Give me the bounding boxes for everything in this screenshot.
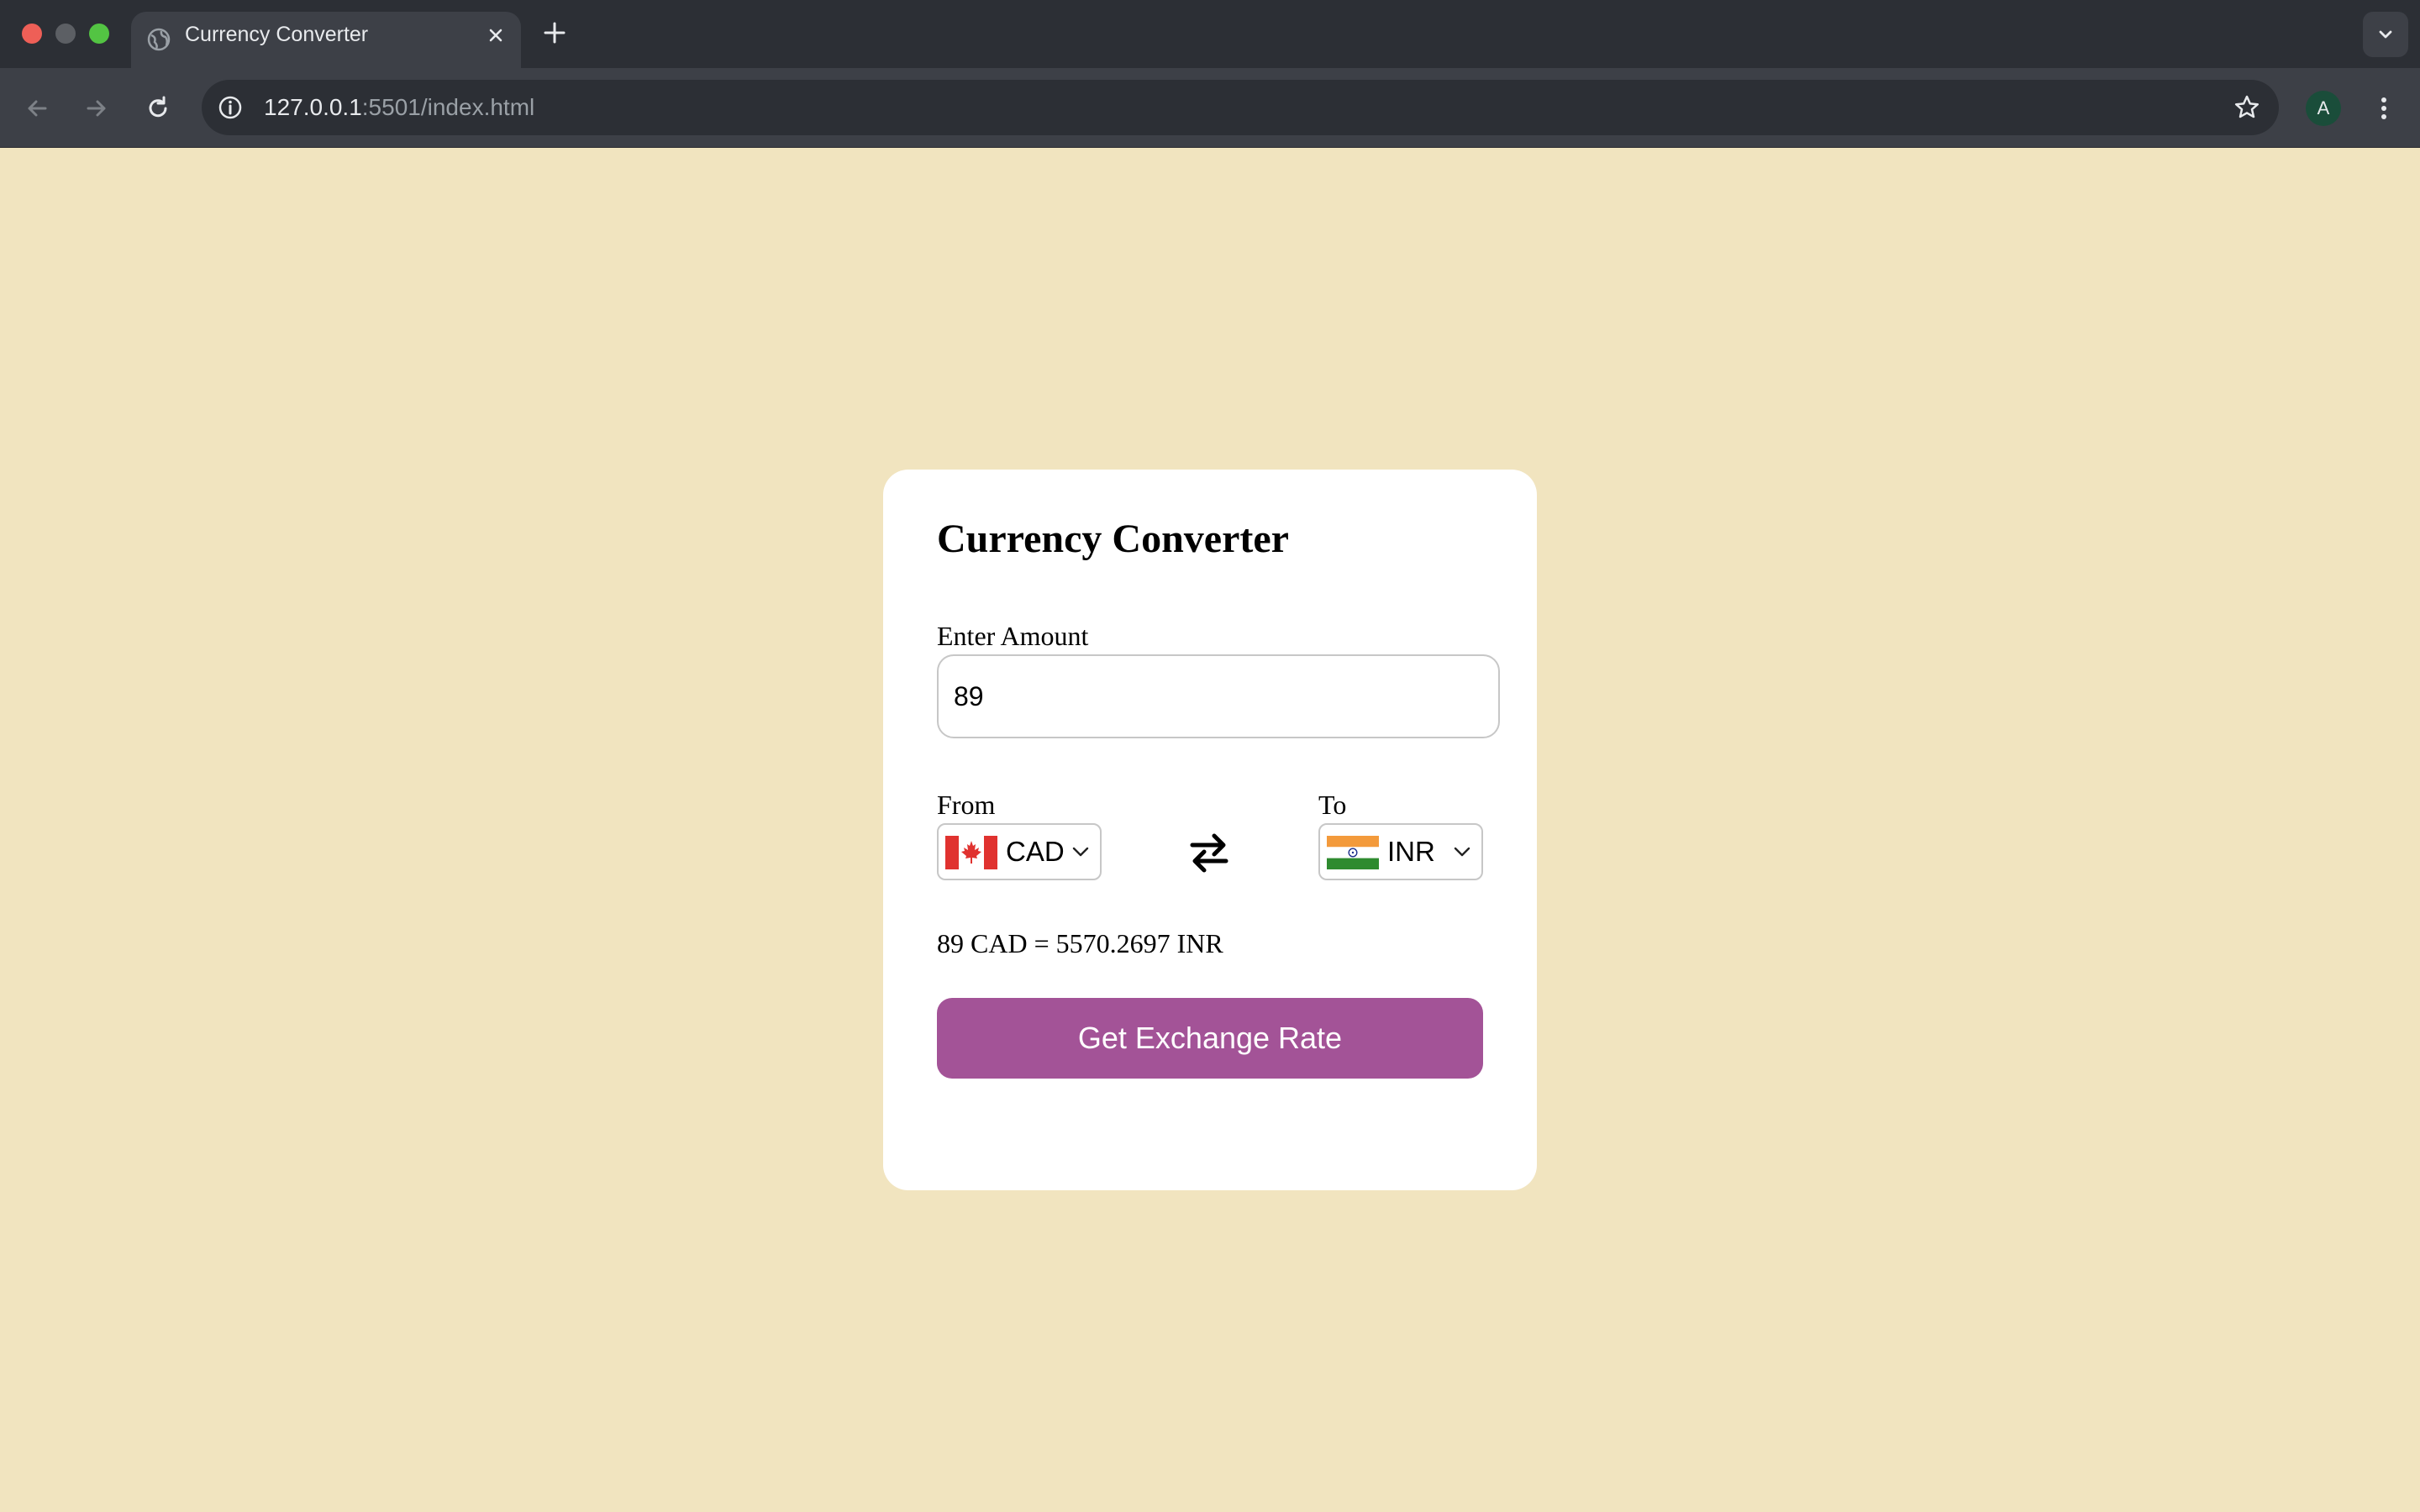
converter-card: Currency Converter Enter Amount From CAD… [883,470,1537,1190]
tab-title: Currency Converter [185,23,369,46]
bookmark-star-icon[interactable] [2232,92,2262,123]
chevron-down-icon [2379,30,2392,39]
canada-flag-icon [945,836,997,869]
to-currency-select[interactable]: INR [1318,823,1483,880]
browser-toolbar: 127.0.0.1:5501/index.html A [0,68,2420,148]
url-text[interactable]: 127.0.0.1:5501/index.html [264,80,534,135]
swap-arrows-icon[interactable] [1189,831,1229,874]
forward-arrow-icon[interactable] [82,93,112,123]
chevron-down-icon [1072,847,1089,857]
india-flag-icon [1327,836,1379,869]
to-label: To [1318,790,1347,820]
amount-input[interactable] [937,654,1500,738]
back-arrow-icon[interactable] [22,93,52,123]
browser-tab-bar: Currency Converter [0,0,2420,68]
url-path: :5501/index.html [361,94,535,120]
profile-avatar[interactable]: A [2306,91,2341,126]
from-currency-select[interactable]: CAD [937,823,1102,880]
globe-icon [147,28,171,51]
tab-search-button[interactable] [2363,12,2408,57]
browser-tab[interactable]: Currency Converter [131,12,521,68]
close-window-button[interactable] [22,24,42,44]
chevron-down-icon [1454,847,1470,857]
from-currency-code: CAD [1006,836,1065,867]
more-options-icon[interactable] [2369,93,2399,123]
new-tab-icon[interactable] [540,18,569,47]
get-exchange-rate-button[interactable]: Get Exchange Rate [937,998,1483,1079]
url-host: 127.0.0.1 [264,94,362,120]
minimize-window-button[interactable] [55,24,76,44]
address-bar[interactable]: 127.0.0.1:5501/index.html [202,80,2279,135]
from-label: From [937,790,996,820]
page-title: Currency Converter [937,517,1289,561]
to-currency-code: INR [1387,836,1435,867]
close-tab-icon[interactable] [484,24,508,47]
maximize-window-button[interactable] [89,24,109,44]
site-info-icon[interactable] [215,92,245,123]
conversion-result: 89 CAD = 5570.2697 INR [937,928,1223,958]
reload-icon[interactable] [143,93,173,123]
amount-label: Enter Amount [937,621,1089,651]
page-viewport: Currency Converter Enter Amount From CAD… [0,148,2420,1512]
